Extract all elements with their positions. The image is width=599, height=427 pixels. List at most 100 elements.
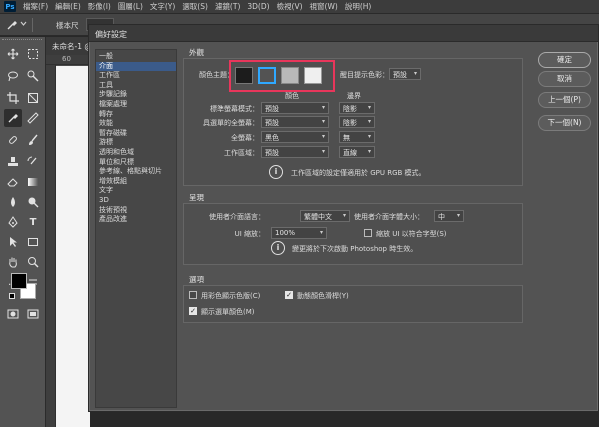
- category-item[interactable]: 暫存磁碟: [96, 129, 176, 139]
- category-list: 一般 介面 工作區 工具 步驟記錄 檔案處理 轉存 效能 暫存磁碟 游標 透明和…: [95, 49, 177, 408]
- category-item[interactable]: 增效模組: [96, 177, 176, 187]
- blur-icon[interactable]: [4, 193, 22, 211]
- stamp-icon[interactable]: [4, 153, 22, 171]
- menu-3d[interactable]: 3D(D): [247, 2, 269, 11]
- ui-font-size-select[interactable]: 中 ▾: [434, 210, 464, 222]
- standard-screen-border-select[interactable]: 陰影 ▾: [339, 102, 375, 114]
- category-item[interactable]: 工作區: [96, 71, 176, 81]
- divider: [32, 18, 33, 32]
- pen-icon[interactable]: [4, 213, 22, 231]
- category-item[interactable]: 游標: [96, 138, 176, 148]
- highlight-color-select[interactable]: 預設 ▾: [389, 68, 421, 80]
- ui-font-size-label: 使用者介面字體大小：: [354, 213, 424, 221]
- menu-edit[interactable]: 編輯(E): [55, 1, 81, 12]
- menu-window[interactable]: 視窗(W): [310, 1, 338, 12]
- document-canvas[interactable]: [56, 66, 90, 427]
- marquee-icon[interactable]: [24, 45, 42, 63]
- quick-selection-icon[interactable]: [24, 67, 42, 85]
- fullscreen-border-select[interactable]: 無 ▾: [339, 131, 375, 143]
- menu-type[interactable]: 文字(Y): [150, 1, 175, 12]
- ui-scaling-select[interactable]: 100% ▾: [271, 227, 327, 239]
- chevron-down-icon: ▾: [321, 118, 325, 125]
- menu-colors-checkbox[interactable]: ✓: [189, 307, 197, 315]
- eyedropper-tool-icon[interactable]: [4, 109, 22, 127]
- dynamic-sliders-checkbox[interactable]: ✓: [285, 291, 293, 299]
- default-colors-icon[interactable]: [9, 293, 15, 299]
- category-item[interactable]: 文字: [96, 186, 176, 196]
- path-selection-icon[interactable]: [4, 233, 22, 251]
- category-item[interactable]: 工具: [96, 81, 176, 91]
- gradient-icon[interactable]: [24, 173, 42, 191]
- category-item[interactable]: 檔案處理: [96, 100, 176, 110]
- healing-brush-icon[interactable]: [4, 131, 22, 149]
- shape-icon[interactable]: [24, 233, 42, 251]
- category-item[interactable]: 單位和尺標: [96, 158, 176, 168]
- chevron-down-icon[interactable]: [20, 20, 27, 29]
- ruler-icon[interactable]: [24, 109, 42, 127]
- lasso-icon[interactable]: [4, 67, 22, 85]
- document-tab[interactable]: 未命名-1 @: [46, 37, 90, 55]
- menu-filter[interactable]: 濾鏡(T): [215, 1, 240, 12]
- horizontal-ruler: 60: [46, 55, 90, 65]
- foreground-color-swatch[interactable]: [11, 273, 27, 289]
- ui-scaling-label: UI 縮放：: [234, 230, 265, 238]
- eyedropper-icon[interactable]: [6, 18, 18, 33]
- type-icon[interactable]: T: [24, 213, 42, 231]
- color-channels-label: 用彩色顯示色版(C): [201, 292, 261, 300]
- category-item[interactable]: 效能: [96, 119, 176, 129]
- category-item[interactable]: 一般: [96, 52, 176, 62]
- menu-file[interactable]: 檔案(F): [23, 1, 48, 12]
- menu-view[interactable]: 檢視(V): [277, 1, 303, 12]
- fullscreen-color-select[interactable]: 黑色 ▾: [261, 131, 329, 143]
- category-item[interactable]: 參考線、格點與切片: [96, 167, 176, 177]
- presentation-title: 呈現: [189, 193, 204, 202]
- border-column-header: 邊界: [347, 92, 361, 100]
- scale-ui-font-checkbox[interactable]: [364, 229, 372, 237]
- move-icon[interactable]: [4, 45, 22, 63]
- category-item[interactable]: 3D: [96, 196, 176, 206]
- menu-layer[interactable]: 圖層(L): [118, 1, 143, 12]
- next-button[interactable]: 下一個(N): [538, 115, 591, 131]
- cancel-button[interactable]: 取消: [538, 71, 591, 87]
- standard-screen-color-select[interactable]: 預設 ▾: [261, 102, 329, 114]
- info-icon: i: [269, 165, 283, 179]
- fullscreen-with-menu-border-select[interactable]: 陰影 ▾: [339, 116, 375, 128]
- color-channels-checkbox[interactable]: [189, 291, 197, 299]
- menu-image[interactable]: 影像(I): [88, 1, 111, 12]
- category-item[interactable]: 步驟記錄: [96, 90, 176, 100]
- hand-icon[interactable]: [4, 253, 22, 271]
- eraser-icon[interactable]: [4, 173, 22, 191]
- category-item-selected[interactable]: 介面: [96, 61, 176, 72]
- theme-swatch-darkest[interactable]: [235, 67, 253, 84]
- artboard-color-select[interactable]: 預設 ▾: [261, 146, 329, 158]
- theme-swatch-dark-selected[interactable]: [258, 67, 276, 84]
- category-item[interactable]: 產品改進: [96, 215, 176, 225]
- theme-swatch-light[interactable]: [281, 67, 299, 84]
- artboard-border-select[interactable]: 直線 ▾: [339, 146, 375, 158]
- brush-icon[interactable]: [24, 131, 42, 149]
- category-item[interactable]: 技術預視: [96, 206, 176, 216]
- scale-ui-font-label: 縮放 UI 以符合字型(S): [376, 230, 447, 238]
- category-item[interactable]: 轉存: [96, 110, 176, 120]
- fullscreen-with-menu-color-select[interactable]: 預設 ▾: [261, 116, 329, 128]
- zoom-icon[interactable]: [24, 253, 42, 271]
- info-icon: i: [271, 241, 285, 255]
- history-brush-icon[interactable]: [24, 153, 42, 171]
- screen-mode-icon[interactable]: [24, 305, 42, 323]
- chevron-down-icon: ▾: [321, 133, 325, 140]
- dodge-icon[interactable]: [24, 193, 42, 211]
- category-item[interactable]: 透明和色域: [96, 148, 176, 158]
- ui-language-select[interactable]: 繁體中文 ▾: [300, 210, 350, 222]
- select-value: 黑色: [265, 134, 279, 142]
- menu-help[interactable]: 說明(H): [345, 1, 372, 12]
- theme-swatch-lightest[interactable]: [304, 67, 322, 84]
- quick-mask-icon[interactable]: [4, 305, 22, 323]
- prev-button[interactable]: 上一個(P): [538, 92, 591, 108]
- menu-select[interactable]: 選取(S): [182, 1, 208, 12]
- frame-icon[interactable]: [24, 89, 42, 107]
- ok-button[interactable]: 確定: [538, 52, 591, 68]
- standard-screen-mode-label: 標準螢幕模式：: [210, 105, 259, 113]
- tool-option-label: 樣本尺: [56, 21, 79, 30]
- crop-icon[interactable]: [4, 89, 22, 107]
- fullscreen-with-menu-label: 具選單的全螢幕：: [203, 119, 259, 127]
